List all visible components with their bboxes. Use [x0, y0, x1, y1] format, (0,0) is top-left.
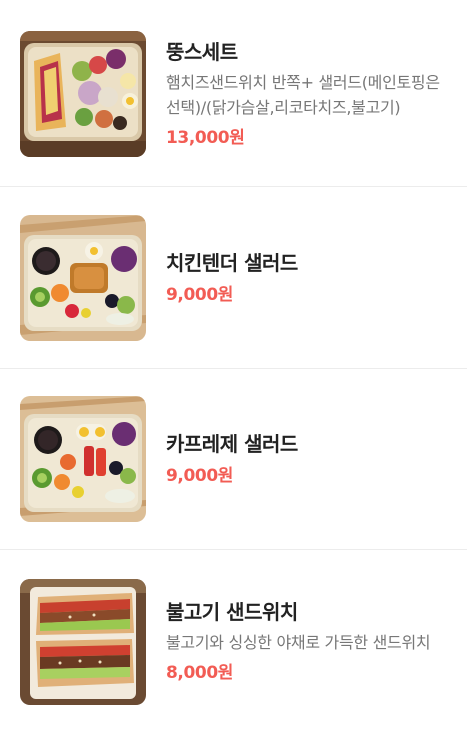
menu-item-description: 햄치즈샌드위치 반쪽+ 샐러드(메인토핑은 선택)/(닭가슴살,리코타치즈,불고… [166, 73, 440, 117]
menu-item[interactable]: 뚱스세트 햄치즈샌드위치 반쪽+ 샐러드(메인토핑은 선택)/(닭가슴살,리코타… [0, 0, 467, 187]
menu-item-info: 뚱스세트 햄치즈샌드위치 반쪽+ 샐러드(메인토핑은 선택)/(닭가슴살,리코타… [166, 38, 456, 150]
menu-item-name: 카프레제 샐러드 [166, 432, 298, 456]
menu-item[interactable]: 불고기 샌드위치 불고기와 싱싱한 야채로 가득한 샌드위치 8,000원 [0, 550, 467, 733]
menu-item-price: 9,000원 [166, 466, 234, 486]
sandwich-salad-set-photo [20, 31, 146, 157]
chicken-tender-salad-photo [20, 214, 146, 341]
menu-item-info: 치킨텐더 샐러드 9,000원 [166, 249, 456, 307]
caprese-salad-photo [20, 396, 146, 522]
menu-item-photo [20, 31, 146, 157]
menu-item-price: 9,000원 [166, 284, 234, 305]
menu-item-info: 불고기 샌드위치 불고기와 싱싱한 야채로 가득한 샌드위치 8,000원 [166, 598, 456, 685]
menu-item-price: 13,000원 [166, 128, 245, 148]
menu-item[interactable]: 치킨텐더 샐러드 9,000원 [0, 187, 467, 369]
menu-item-photo [20, 578, 146, 705]
menu-item-photo [20, 214, 146, 341]
menu-item-info: 카프레제 샐러드 9,000원 [166, 430, 456, 488]
menu-item-name: 불고기 샌드위치 [166, 600, 298, 624]
menu-item-price: 8,000원 [166, 663, 234, 683]
menu-item-photo [20, 396, 146, 522]
menu-item-name: 치킨텐더 샐러드 [166, 250, 298, 275]
menu-item-name: 뚱스세트 [166, 40, 238, 64]
menu-list: 뚱스세트 햄치즈샌드위치 반쪽+ 샐러드(메인토핑은 선택)/(닭가슴살,리코타… [0, 0, 467, 733]
bulgogi-sandwich-photo [20, 578, 146, 705]
menu-item[interactable]: 카프레제 샐러드 9,000원 [0, 369, 467, 550]
menu-item-description: 불고기와 싱싱한 야채로 가득한 샌드위치 [166, 633, 431, 652]
